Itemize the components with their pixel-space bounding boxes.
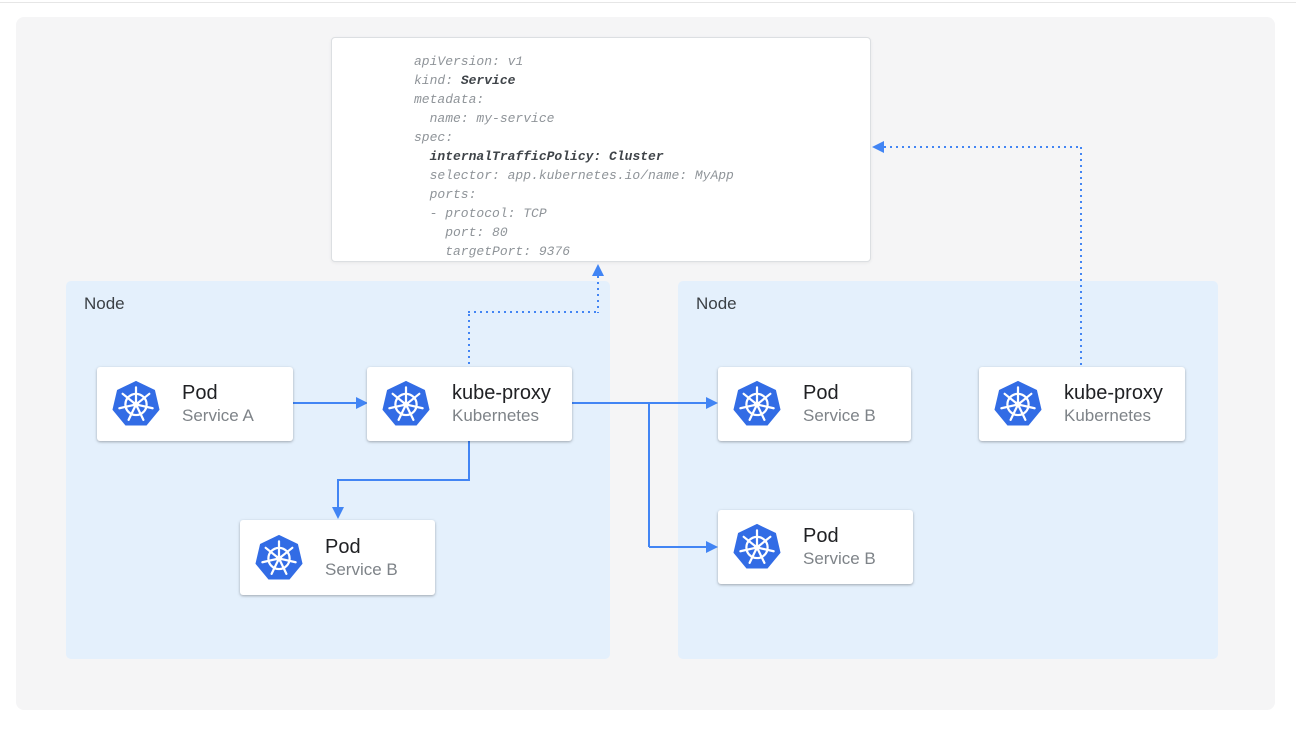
card-subtitle: Kubernetes xyxy=(1064,405,1163,427)
kubernetes-icon xyxy=(112,380,160,428)
arrowhead-down-icon xyxy=(332,507,344,519)
kubernetes-icon xyxy=(382,380,430,428)
kubernetes-icon xyxy=(994,380,1042,428)
node-box-left: Node xyxy=(66,281,610,659)
card-subtitle: Service B xyxy=(803,405,876,427)
card-subtitle: Service B xyxy=(803,548,876,570)
arrow-kube-proxy-down xyxy=(468,440,470,481)
arrowhead-left-icon xyxy=(872,141,884,153)
pod-service-b-node1-card: Pod Service B xyxy=(240,520,435,595)
card-title: kube-proxy xyxy=(1064,381,1163,405)
node-label: Node xyxy=(84,294,125,314)
dotted-kube-proxy2-to-yaml xyxy=(884,146,1082,148)
arrowhead-up-icon xyxy=(592,264,604,276)
kube-proxy-node1-card: kube-proxy Kubernetes xyxy=(367,367,572,441)
card-subtitle: Service A xyxy=(182,405,254,427)
pod-service-a-card: Pod Service A xyxy=(97,367,293,441)
service-yaml-card: apiVersion: v1kind: Servicemetadata: nam… xyxy=(331,37,871,262)
arrowhead-right-icon xyxy=(706,397,718,409)
card-title: Pod xyxy=(182,381,254,405)
kubernetes-traffic-diagram: apiVersion: v1kind: Servicemetadata: nam… xyxy=(0,0,1296,729)
arrow-down-segment xyxy=(337,480,339,508)
kubernetes-icon xyxy=(733,380,781,428)
top-divider xyxy=(0,2,1296,3)
card-subtitle: Service B xyxy=(325,559,398,581)
dotted-kube-proxy1-up xyxy=(468,314,470,367)
dotted-kube-proxy1-to-yaml xyxy=(597,276,599,313)
card-subtitle: Kubernetes xyxy=(452,405,551,427)
dotted-kube-proxy1-right xyxy=(468,311,599,313)
arrow-kube-proxy-to-node2-pod-bottom xyxy=(649,546,706,548)
kube-proxy-node2-card: kube-proxy Kubernetes xyxy=(979,367,1185,441)
node-box-right: Node xyxy=(678,281,1218,659)
card-title: Pod xyxy=(803,381,876,405)
arrow-branch-down xyxy=(648,403,650,547)
kubernetes-icon xyxy=(733,523,781,571)
arrowhead-right-icon xyxy=(706,541,718,553)
dotted-kube-proxy2-up xyxy=(1080,147,1082,367)
card-title: kube-proxy xyxy=(452,381,551,405)
arrow-kube-proxy-to-node2-pod-top xyxy=(572,402,706,404)
card-title: Pod xyxy=(325,535,398,559)
card-title: Pod xyxy=(803,524,876,548)
service-yaml-code: apiVersion: v1kind: Servicemetadata: nam… xyxy=(332,38,870,261)
pod-service-b-node2-bottom-card: Pod Service B xyxy=(718,510,913,584)
arrow-kube-proxy-to-node1-pod-b xyxy=(337,479,470,481)
kubernetes-icon xyxy=(255,534,303,582)
arrow-pod-a-to-kube-proxy xyxy=(293,402,357,404)
pod-service-b-node2-top-card: Pod Service B xyxy=(718,367,911,441)
node-label: Node xyxy=(696,294,737,314)
